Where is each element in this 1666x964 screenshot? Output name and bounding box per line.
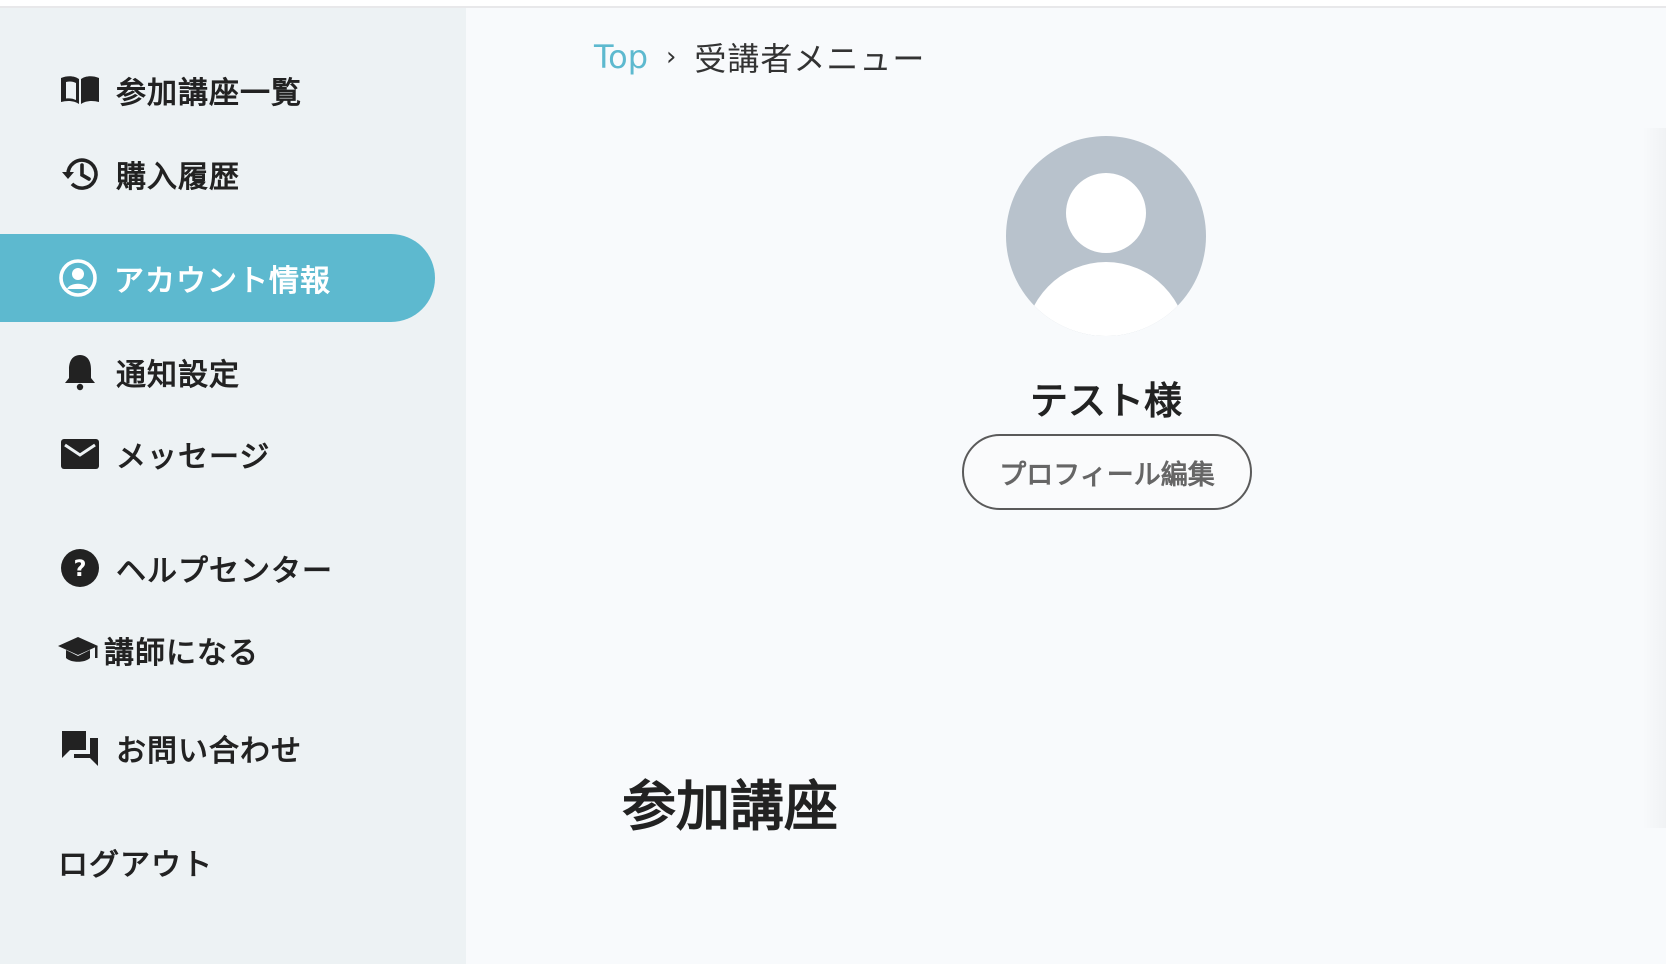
account-circle-icon bbox=[56, 256, 100, 300]
edit-profile-button[interactable]: プロフィール編集 bbox=[962, 434, 1252, 510]
avatar bbox=[1006, 136, 1206, 336]
sidebar-item-label: ヘルプセンター bbox=[116, 554, 333, 589]
breadcrumb-current: 受講者メニュー bbox=[694, 40, 926, 78]
page: 参加講座一覧 購入履歴 アカウント情報 通知設定 メッセージ ? ヘルプセンター… bbox=[0, 0, 1666, 964]
mail-icon bbox=[58, 432, 102, 476]
sidebar-item-label: 購入履歴 bbox=[116, 160, 240, 195]
sidebar-item-label: アカウント情報 bbox=[114, 264, 331, 299]
user-name: テスト様 bbox=[1029, 379, 1182, 423]
help-circle-icon: ? bbox=[58, 546, 102, 590]
sidebar: 参加講座一覧 購入履歴 アカウント情報 通知設定 メッセージ ? ヘルプセンター… bbox=[0, 8, 466, 964]
sidebar-item-become-instructor[interactable]: 講師になる bbox=[56, 620, 259, 680]
sidebar-item-notifications[interactable]: 通知設定 bbox=[58, 342, 240, 402]
breadcrumb-top-link[interactable]: Top bbox=[594, 38, 648, 76]
sidebar-item-help-center[interactable]: ? ヘルプセンター bbox=[58, 538, 333, 598]
breadcrumb-separator: › bbox=[666, 42, 677, 72]
main-content: Top › 受講者メニュー テスト様 プロフィール編集 参加講座 bbox=[466, 8, 1666, 964]
svg-text:?: ? bbox=[74, 557, 87, 582]
sidebar-item-label: お問い合わせ bbox=[116, 734, 302, 769]
bell-icon bbox=[58, 350, 102, 394]
sidebar-item-contact[interactable]: お問い合わせ bbox=[58, 718, 302, 778]
history-icon bbox=[58, 152, 102, 196]
top-divider bbox=[0, 0, 1666, 8]
sidebar-item-account[interactable]: アカウント情報 bbox=[0, 234, 435, 322]
book-open-icon bbox=[58, 68, 102, 112]
sidebar-item-courses[interactable]: 参加講座一覧 bbox=[58, 60, 302, 120]
sidebar-item-messages[interactable]: メッセージ bbox=[58, 424, 270, 484]
scroll-edge-shadow bbox=[1642, 128, 1666, 828]
chat-bubbles-icon bbox=[58, 726, 102, 770]
sidebar-item-purchase-history[interactable]: 購入履歴 bbox=[58, 144, 240, 204]
breadcrumb: Top › 受講者メニュー bbox=[594, 34, 925, 80]
sidebar-item-label: 講師になる bbox=[104, 636, 259, 671]
sidebar-item-label: メッセージ bbox=[116, 440, 271, 475]
logout-label: ログアウト bbox=[58, 848, 213, 883]
graduation-cap-icon bbox=[56, 628, 100, 672]
sidebar-item-label: 通知設定 bbox=[116, 358, 240, 393]
default-avatar-icon bbox=[1006, 136, 1206, 336]
sidebar-item-label: 参加講座一覧 bbox=[116, 76, 302, 111]
logout-button[interactable]: ログアウト bbox=[58, 832, 213, 892]
section-title: 参加講座 bbox=[622, 775, 838, 838]
